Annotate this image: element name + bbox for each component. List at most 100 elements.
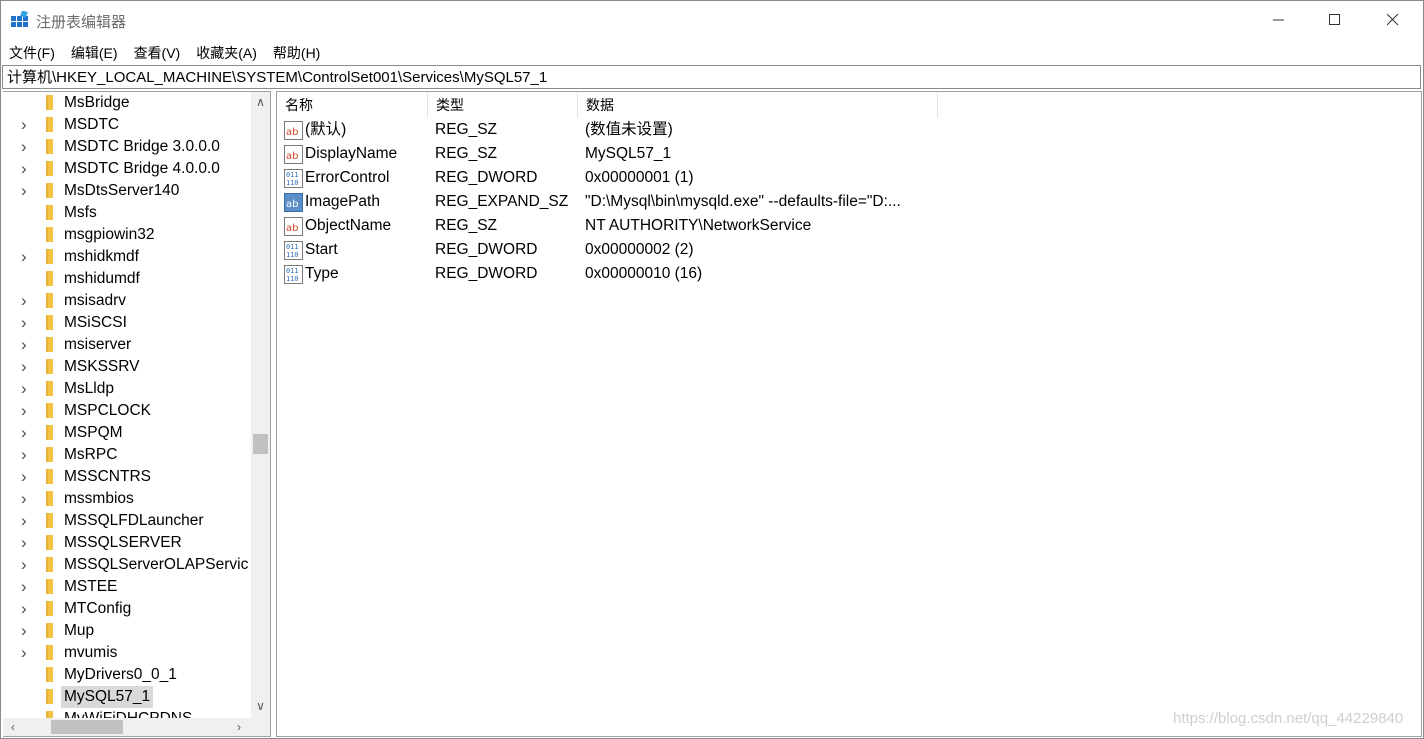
tree-item[interactable]: › MSPQM bbox=[3, 422, 251, 444]
expand-chevron-icon[interactable]: › bbox=[21, 510, 33, 532]
tree-item[interactable]: MsBridge bbox=[3, 92, 251, 114]
expand-chevron-icon[interactable]: › bbox=[21, 532, 33, 554]
value-data: (数值未设置) bbox=[585, 121, 673, 138]
tree-item-label: MSiSCSI bbox=[64, 314, 127, 331]
minimize-button[interactable] bbox=[1250, 1, 1308, 39]
expand-chevron-icon[interactable]: › bbox=[21, 422, 33, 444]
tree-item[interactable]: MyDrivers0_0_1 bbox=[3, 664, 251, 686]
tree-item[interactable]: msgpiowin32 bbox=[3, 224, 251, 246]
column-data[interactable]: 数据 bbox=[578, 92, 938, 118]
key-tree[interactable]: MsBridge › MSDTC › MSDTC Bridge 3.0.0.0 › MSDT… bbox=[3, 91, 271, 737]
expand-chevron-icon[interactable]: › bbox=[21, 576, 33, 598]
values-list[interactable]: 名称 类型 数据 ab (默认) REG_SZ (数值未设置) ab DisplayNam… bbox=[276, 91, 1422, 737]
tree-vertical-scrollbar[interactable]: ∧ ∨ bbox=[251, 92, 270, 722]
expand-chevron-icon[interactable]: › bbox=[21, 554, 33, 576]
hscroll-thumb[interactable] bbox=[51, 720, 123, 734]
tree-item[interactable]: › MSSQLSERVER bbox=[3, 532, 251, 554]
value-row[interactable]: 011 110 Type REG_DWORD 0x00000010 (16) bbox=[277, 262, 1421, 286]
tree-item[interactable]: › msisadrv bbox=[3, 290, 251, 312]
tree-item[interactable]: › Mup bbox=[3, 620, 251, 642]
tree-item-label: MsRPC bbox=[64, 446, 118, 463]
tree-item[interactable]: › mssmbios bbox=[3, 488, 251, 510]
expand-chevron-icon[interactable]: › bbox=[21, 620, 33, 642]
title-bar[interactable]: 注册表编辑器 bbox=[1, 1, 1423, 39]
value-row[interactable]: ab ImagePath REG_EXPAND_SZ "D:\Mysql\bin\my… bbox=[277, 190, 1421, 214]
tree-item-label: MySQL57_1 bbox=[61, 686, 154, 708]
expand-chevron-icon[interactable]: › bbox=[21, 136, 33, 158]
column-type[interactable]: 类型 bbox=[428, 92, 578, 118]
value-row[interactable]: 011 110 ErrorControl REG_DWORD 0x00000001 (1… bbox=[277, 166, 1421, 190]
value-name: ErrorControl bbox=[305, 169, 390, 186]
tree-item-label: msgpiowin32 bbox=[64, 226, 155, 243]
expand-chevron-icon[interactable]: › bbox=[21, 378, 33, 400]
value-row[interactable]: ab (默认) REG_SZ (数值未设置) bbox=[277, 118, 1421, 142]
close-button[interactable] bbox=[1364, 1, 1422, 39]
tree-item[interactable]: › MSKSSRV bbox=[3, 356, 251, 378]
tree-item[interactable]: mshidumdf bbox=[3, 268, 251, 290]
address-bar[interactable]: 计算机\HKEY_LOCAL_MACHINE\SYSTEM\ControlSet… bbox=[2, 65, 1421, 89]
expand-chevron-icon[interactable]: › bbox=[21, 334, 33, 356]
tree-item[interactable]: › MSSQLFDLauncher bbox=[3, 510, 251, 532]
tree-horizontal-scrollbar[interactable]: ‹ › bbox=[3, 718, 251, 736]
expand-chevron-icon[interactable]: › bbox=[21, 246, 33, 268]
tree-item-label: MSSQLSERVER bbox=[64, 534, 182, 551]
value-name: (默认) bbox=[305, 121, 347, 138]
tree-item-label: msiserver bbox=[64, 336, 132, 353]
menu-favorites[interactable]: 收藏夹(A) bbox=[188, 40, 265, 64]
menu-edit[interactable]: 编辑(E) bbox=[63, 40, 126, 64]
value-row[interactable]: ab ObjectName REG_SZ NT AUTHORITY\NetworkSe… bbox=[277, 214, 1421, 238]
tree-item[interactable]: › MsRPC bbox=[3, 444, 251, 466]
tree-item-label: MSDTC Bridge 4.0.0.0 bbox=[64, 160, 220, 177]
menu-file[interactable]: 文件(F) bbox=[1, 40, 63, 64]
expand-chevron-icon[interactable]: › bbox=[21, 180, 33, 202]
expand-chevron-icon[interactable]: › bbox=[21, 598, 33, 620]
tree-item[interactable]: › MSTEE bbox=[3, 576, 251, 598]
expand-chevron-icon[interactable]: › bbox=[21, 400, 33, 422]
value-type: REG_SZ bbox=[435, 217, 498, 234]
tree-item-label: mvumis bbox=[64, 644, 118, 661]
expand-chevron-icon[interactable]: › bbox=[21, 444, 33, 466]
expand-chevron-icon[interactable]: › bbox=[21, 642, 33, 664]
tree-item[interactable]: › MsLldp bbox=[3, 378, 251, 400]
expand-chevron-icon[interactable]: › bbox=[21, 488, 33, 510]
maximize-button[interactable] bbox=[1306, 1, 1364, 39]
tree-item[interactable]: › MSSCNTRS bbox=[3, 466, 251, 488]
menu-view[interactable]: 查看(V) bbox=[126, 40, 189, 64]
expand-chevron-icon[interactable]: › bbox=[21, 290, 33, 312]
tree-item[interactable]: › MSPCLOCK bbox=[3, 400, 251, 422]
tree-item[interactable]: › mshidkmdf bbox=[3, 246, 251, 268]
tree-item[interactable]: Msfs bbox=[3, 202, 251, 224]
expand-chevron-icon[interactable]: › bbox=[21, 356, 33, 378]
binary-value-icon: 011110 bbox=[284, 169, 303, 188]
tree-item[interactable]: › MSDTC Bridge 3.0.0.0 bbox=[3, 136, 251, 158]
tree-item[interactable]: › MSSQLServerOLAPServic bbox=[3, 554, 251, 576]
tree-item[interactable]: MySQL57_1 bbox=[3, 686, 251, 708]
tree-item[interactable]: › MsDtsServer140 bbox=[3, 180, 251, 202]
tree-item[interactable]: › msiserver bbox=[3, 334, 251, 356]
expand-chevron-icon[interactable]: › bbox=[21, 466, 33, 488]
tree-item[interactable]: › MTConfig bbox=[3, 598, 251, 620]
scroll-right-icon[interactable]: › bbox=[231, 718, 247, 736]
tree-item-label: msisadrv bbox=[64, 292, 127, 309]
expand-chevron-icon[interactable]: › bbox=[21, 114, 33, 136]
folder-icon bbox=[46, 447, 53, 462]
expand-chevron-icon[interactable]: › bbox=[21, 312, 33, 334]
tree-item[interactable]: › mvumis bbox=[3, 642, 251, 664]
folder-icon bbox=[46, 425, 53, 440]
watermark: https://blog.csdn.net/qq_44229840 bbox=[1173, 710, 1404, 727]
tree-item[interactable]: › MSDTC Bridge 4.0.0.0 bbox=[3, 158, 251, 180]
tree-item-label: Msfs bbox=[64, 204, 97, 221]
tree-item[interactable]: › MSDTC bbox=[3, 114, 251, 136]
value-row[interactable]: 011 110 Start REG_DWORD 0x00000002 (2) bbox=[277, 238, 1421, 262]
scroll-down-icon[interactable]: ∨ bbox=[251, 696, 270, 716]
expand-chevron-icon[interactable]: › bbox=[21, 158, 33, 180]
scroll-up-icon[interactable]: ∧ bbox=[251, 92, 270, 112]
menu-help[interactable]: 帮助(H) bbox=[265, 40, 328, 64]
folder-icon bbox=[46, 227, 53, 242]
scroll-left-icon[interactable]: ‹ bbox=[5, 718, 21, 736]
tree-item-label: MyDrivers0_0_1 bbox=[64, 666, 177, 683]
column-name[interactable]: 名称 bbox=[277, 92, 428, 118]
tree-item[interactable]: › MSiSCSI bbox=[3, 312, 251, 334]
value-row[interactable]: ab DisplayName REG_SZ MySQL57_1 bbox=[277, 142, 1421, 166]
scroll-thumb[interactable] bbox=[253, 434, 268, 454]
